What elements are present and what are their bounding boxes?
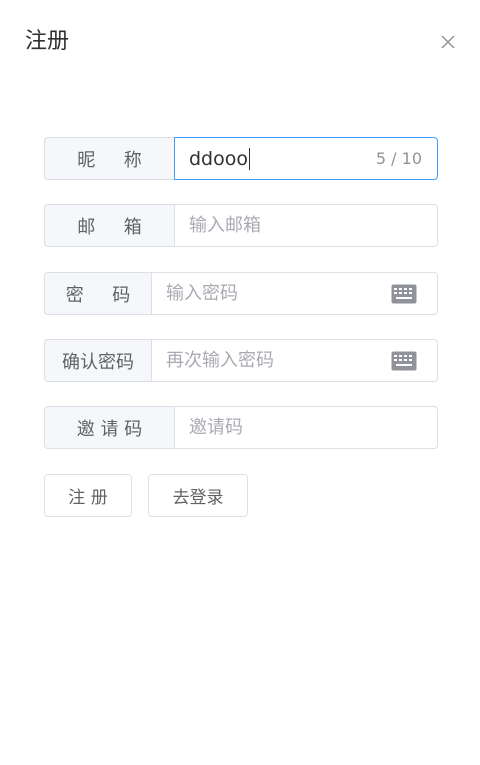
nickname-value: ddooo [189, 147, 248, 170]
nickname-label: 昵 称 [44, 137, 174, 180]
email-field[interactable] [175, 205, 437, 246]
nickname-value-wrap: ddooo [175, 147, 376, 170]
password-row: 密 码 [44, 272, 438, 315]
invite-code-row: 邀 请 码 [44, 406, 438, 449]
nickname-char-counter: 5 / 10 [375, 149, 422, 168]
email-field-wrap [174, 204, 438, 247]
register-dialog: 注册 昵 称 ddooo 5 / 10 邮 箱 密 码 [0, 0, 480, 765]
dialog-title: 注册 [25, 29, 70, 54]
confirm-password-field[interactable] [152, 340, 391, 381]
close-icon[interactable] [436, 30, 460, 54]
confirm-password-field-wrap [151, 339, 438, 382]
register-button[interactable]: 注 册 [44, 474, 132, 517]
confirm-password-label: 确认密码 [44, 339, 151, 382]
confirm-password-row: 确认密码 [44, 339, 438, 382]
go-to-login-button[interactable]: 去登录 [148, 474, 248, 517]
password-label: 密 码 [44, 272, 151, 315]
password-field-wrap [151, 272, 438, 315]
email-label: 邮 箱 [44, 204, 174, 247]
invite-code-label: 邀 请 码 [44, 406, 174, 449]
keyboard-icon[interactable] [391, 284, 417, 304]
nickname-input[interactable]: ddooo 5 / 10 [174, 137, 438, 180]
email-row: 邮 箱 [44, 204, 438, 247]
invite-code-field[interactable] [175, 407, 437, 448]
invite-code-field-wrap [174, 406, 438, 449]
text-caret [249, 147, 250, 170]
nickname-row: 昵 称 ddooo 5 / 10 [44, 137, 438, 180]
keyboard-icon[interactable] [391, 351, 417, 371]
password-field[interactable] [152, 273, 391, 314]
